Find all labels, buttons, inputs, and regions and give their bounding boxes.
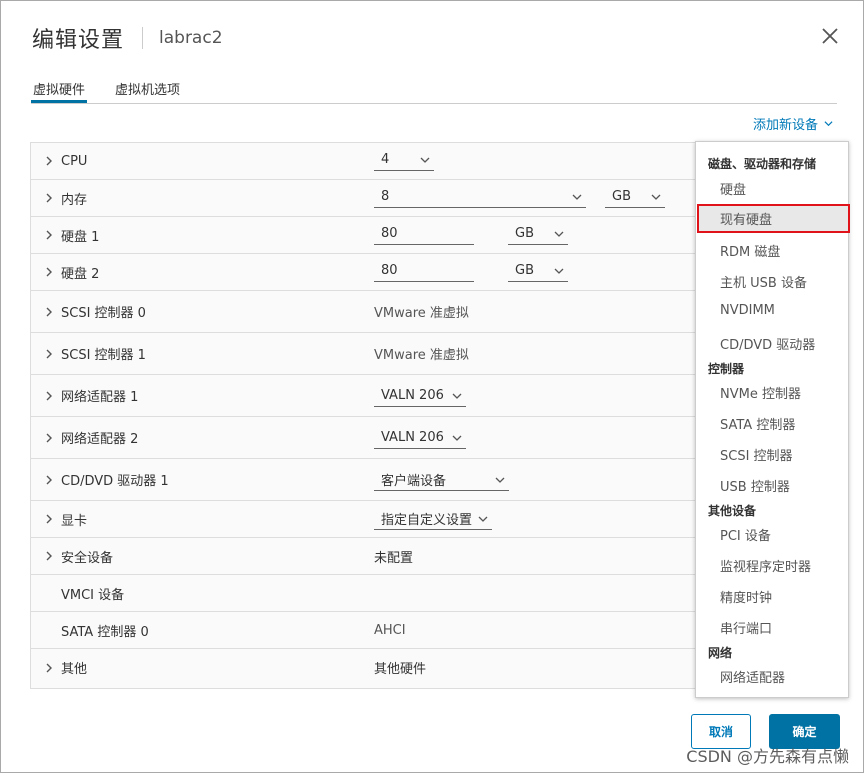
chevron-down-icon <box>478 516 488 522</box>
video-select[interactable]: 指定自定义设置 <box>374 508 492 530</box>
cddvd1-select[interactable]: 客户端设备 <box>374 469 509 491</box>
disk1-size: 80 <box>381 226 398 241</box>
memory-unit: GB <box>612 189 631 204</box>
row-label: CD/DVD 驱动器 1 <box>61 474 169 489</box>
title-divider <box>142 27 144 49</box>
video-value: 指定自定义设置 <box>381 513 473 528</box>
dialog-header: 编辑设置 labrac2 <box>32 23 223 53</box>
row-label: 安全设备 <box>61 550 114 566</box>
chevron-right-icon[interactable] <box>44 230 54 240</box>
network2-value: VALN 206 <box>381 430 444 445</box>
menu-item-scsi[interactable]: SCSI 控制器 <box>720 445 793 464</box>
vm-name: labrac2 <box>159 28 223 48</box>
chevron-right-icon[interactable] <box>44 391 54 401</box>
row-value: VMware 准虚拟 <box>374 306 469 321</box>
row-label: SCSI 控制器 1 <box>61 348 146 363</box>
network1-value: VALN 206 <box>381 388 444 403</box>
row-label: 其他 <box>61 662 88 677</box>
disk2-size: 80 <box>381 263 398 278</box>
row-label: SATA 控制器 0 <box>61 624 149 640</box>
menu-item-serial-port[interactable]: 串行端口 <box>720 618 772 637</box>
tab-virtual-hardware[interactable]: 虚拟硬件 <box>31 73 88 103</box>
menu-item-cddvd-drive[interactable]: CD/DVD 驱动器 <box>720 334 815 353</box>
chevron-right-icon[interactable] <box>44 551 54 561</box>
chevron-right-icon[interactable] <box>44 193 54 203</box>
menu-group-other-devices: 其他设备 <box>708 504 757 518</box>
network2-select[interactable]: VALN 206 <box>374 427 466 449</box>
add-new-device-button[interactable]: 添加新设备 <box>753 114 833 133</box>
edit-settings-dialog: 编辑设置 labrac2 虚拟硬件 虚拟机选项 添加新设备 CPU 4 内存 8 <box>0 0 864 773</box>
tab-bar: 虚拟硬件 虚拟机选项 <box>31 73 837 104</box>
menu-item-nvdimm[interactable]: NVDIMM <box>720 303 775 318</box>
menu-item-host-usb[interactable]: 主机 USB 设备 <box>720 272 807 291</box>
disk1-size-input[interactable]: 80 <box>374 223 474 245</box>
row-value: AHCI <box>374 622 406 638</box>
chevron-right-icon[interactable] <box>44 307 54 317</box>
chevron-down-icon <box>554 231 564 237</box>
menu-item-usb[interactable]: USB 控制器 <box>720 476 790 495</box>
disk2-unit: GB <box>515 263 534 278</box>
row-value: 其他硬件 <box>374 662 427 677</box>
menu-item-watchdog[interactable]: 监视程序定时器 <box>720 556 811 575</box>
row-value: VMware 准虚拟 <box>374 348 469 363</box>
chevron-right-icon[interactable] <box>44 156 54 166</box>
menu-item-sata[interactable]: SATA 控制器 <box>720 414 795 433</box>
dialog-title: 编辑设置 <box>32 28 125 53</box>
menu-item-network-adapter[interactable]: 网络适配器 <box>720 667 785 686</box>
row-label: 网络适配器 1 <box>61 390 139 405</box>
memory-value: 8 <box>381 189 390 204</box>
chevron-right-icon[interactable] <box>44 349 54 359</box>
chevron-down-icon <box>420 157 430 163</box>
memory-unit-select[interactable]: GB <box>605 186 665 208</box>
row-label: 网络适配器 2 <box>61 432 139 447</box>
chevron-down-icon <box>572 194 582 200</box>
row-label: 显卡 <box>61 513 88 529</box>
memory-input[interactable]: 8 <box>374 186 586 208</box>
network1-select[interactable]: VALN 206 <box>374 385 466 407</box>
row-label: 硬盘 2 <box>61 266 100 282</box>
add-device-menu: 磁盘、驱动器和存储 硬盘 现有硬盘 RDM 磁盘 主机 USB 设备 NVDIM… <box>695 141 850 698</box>
menu-group-disks: 磁盘、驱动器和存储 <box>708 157 817 171</box>
disk2-size-input[interactable]: 80 <box>374 260 474 282</box>
cpu-select[interactable]: 4 <box>374 149 434 171</box>
chevron-down-icon <box>824 121 833 127</box>
row-value: 未配置 <box>374 550 414 566</box>
chevron-right-icon[interactable] <box>44 475 54 485</box>
chevron-right-icon[interactable] <box>44 267 54 277</box>
chevron-right-icon[interactable] <box>44 433 54 443</box>
menu-group-network: 网络 <box>708 646 733 660</box>
chevron-down-icon <box>495 477 505 483</box>
cpu-value: 4 <box>381 152 390 167</box>
chevron-down-icon <box>452 393 462 399</box>
disk1-unit: GB <box>515 226 534 241</box>
menu-item-rdm-disk[interactable]: RDM 磁盘 <box>720 241 780 260</box>
watermark: CSDN @方先森有点懒 <box>686 747 849 766</box>
menu-item-existing-disk[interactable]: 现有硬盘 <box>720 209 772 228</box>
row-label: CPU <box>61 153 88 169</box>
row-label: SCSI 控制器 0 <box>61 306 146 321</box>
menu-item-pci[interactable]: PCI 设备 <box>720 525 771 544</box>
chevron-down-icon <box>651 194 661 200</box>
tab-vm-options[interactable]: 虚拟机选项 <box>113 73 182 103</box>
disk1-unit-select[interactable]: GB <box>508 223 568 245</box>
row-label: VMCI 设备 <box>61 587 125 603</box>
chevron-right-icon[interactable] <box>44 663 54 673</box>
menu-item-precision-clock[interactable]: 精度时钟 <box>720 587 772 606</box>
row-label: 硬盘 1 <box>61 229 100 245</box>
disk2-unit-select[interactable]: GB <box>508 260 568 282</box>
menu-item-nvme[interactable]: NVMe 控制器 <box>720 383 801 402</box>
close-icon[interactable] <box>821 27 839 45</box>
menu-group-controllers: 控制器 <box>708 362 745 376</box>
row-label: 内存 <box>61 192 88 208</box>
cddvd1-value: 客户端设备 <box>381 474 447 489</box>
chevron-down-icon <box>452 435 462 441</box>
menu-item-hard-disk[interactable]: 硬盘 <box>720 179 746 198</box>
add-new-device-label: 添加新设备 <box>752 118 818 133</box>
chevron-down-icon <box>554 268 564 274</box>
chevron-right-icon[interactable] <box>44 514 54 524</box>
